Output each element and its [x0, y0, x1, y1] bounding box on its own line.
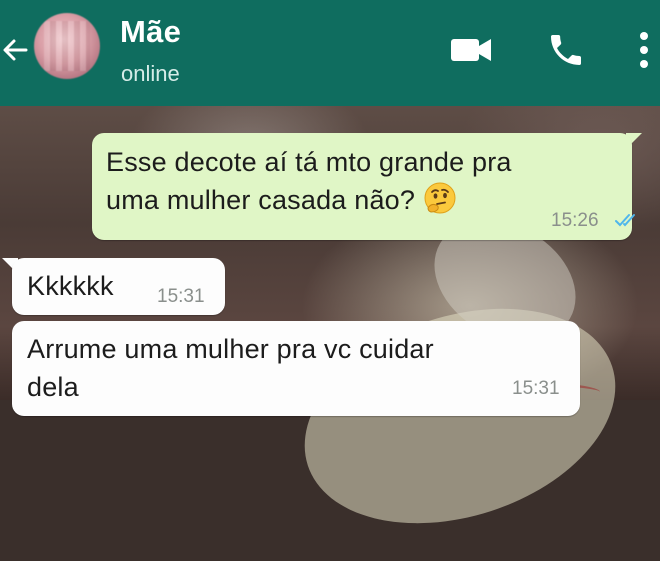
incoming-message[interactable]: Kkkkkk 15:31: [12, 258, 225, 315]
message-line: Esse decote aí tá mto grande pra: [106, 147, 512, 177]
more-options-icon[interactable]: [632, 30, 656, 79]
chat-header: Mãe online: [0, 0, 660, 106]
message-text: Kkkkkk: [27, 271, 114, 301]
message-line: uma mulher casada não?: [106, 181, 616, 225]
avatar[interactable]: [34, 13, 100, 79]
thinking-face-icon: [423, 181, 457, 225]
contact-name[interactable]: Mãe: [120, 14, 181, 50]
message-time: 15:31: [157, 286, 205, 307]
phone-call-icon[interactable]: [546, 30, 586, 75]
back-arrow-icon[interactable]: [0, 30, 30, 70]
incoming-message[interactable]: Arrume uma mulher pra vc cuidar dela 15:…: [12, 321, 580, 416]
message-text: Arrume uma mulher pra vc cuidar dela: [27, 330, 567, 406]
message-time: 15:26: [551, 210, 599, 231]
contact-status: online: [121, 61, 180, 86]
message-time: 15:31: [512, 378, 560, 399]
outgoing-message[interactable]: Esse decote aí tá mto grande pra uma mul…: [92, 133, 635, 240]
message-line: dela: [27, 372, 79, 402]
message-text: Esse decote aí tá mto grande pra uma mul…: [106, 143, 616, 225]
read-receipt-icon: [615, 212, 641, 233]
message-line: Arrume uma mulher pra vc cuidar: [27, 334, 434, 364]
video-call-icon[interactable]: [448, 30, 494, 75]
